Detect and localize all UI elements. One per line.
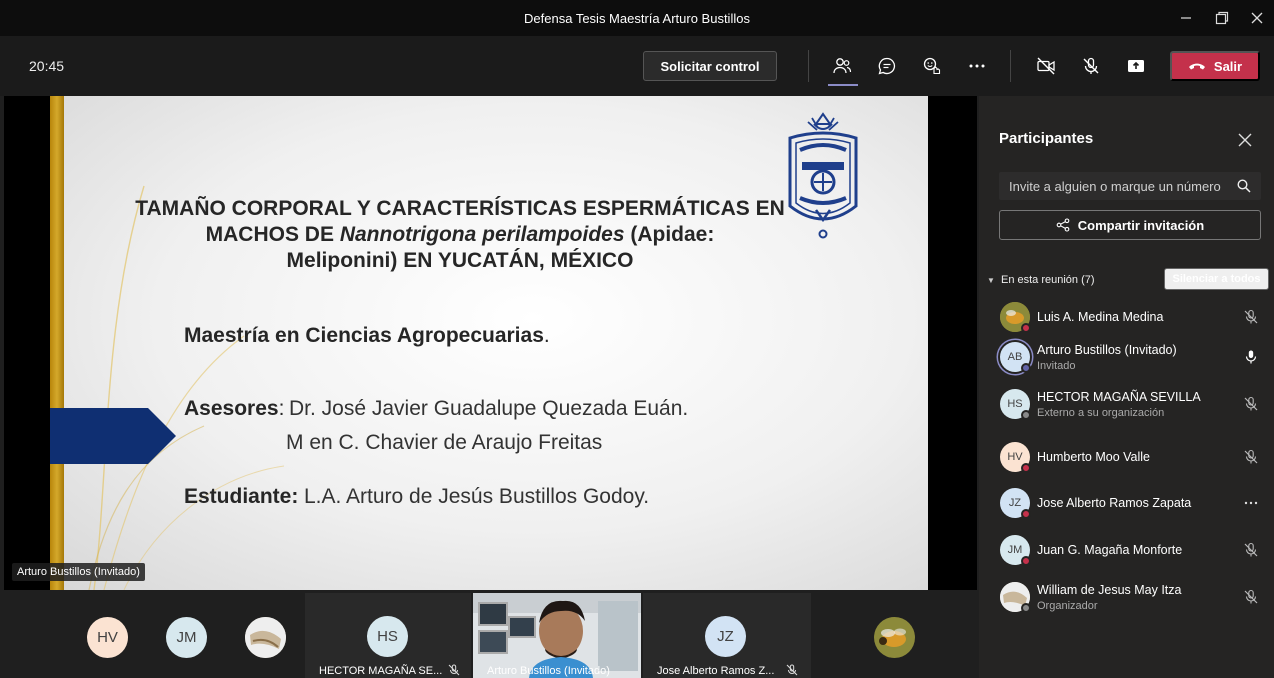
chat-icon[interactable]: [875, 54, 899, 78]
search-icon[interactable]: [1237, 179, 1251, 193]
participant-row[interactable]: Luis A. Medina Medina: [979, 296, 1274, 340]
mic-icon[interactable]: [1243, 349, 1259, 365]
mic-off-icon[interactable]: [1079, 54, 1103, 78]
presence-status-icon: [1021, 509, 1031, 519]
mic-off-icon[interactable]: [1243, 589, 1259, 605]
share-invite-button[interactable]: Compartir invitación: [999, 210, 1261, 240]
slide-title: TAMAÑO CORPORAL Y CARACTERÍSTICAS ESPERM…: [135, 197, 785, 272]
presence-status-icon: [1021, 603, 1031, 613]
mute-all-button[interactable]: Silenciar a todos: [1164, 268, 1269, 290]
participant-row[interactable]: HS HECTOR MAGAÑA SEVILLA Externo a su orga…: [979, 383, 1274, 427]
tile-avatar: JZ: [705, 616, 746, 657]
window-title: Defensa Tesis Maestría Arturo Bustillos: [524, 11, 750, 26]
participant-row[interactable]: AB Arturo Bustillos (Invitado) Invitado: [979, 336, 1274, 380]
presence-status-icon: [1021, 410, 1031, 420]
slide-student-label: Estudiante:: [184, 485, 299, 508]
in-meeting-section[interactable]: ▼ En esta reunión (7): [987, 274, 1095, 286]
participant-row[interactable]: JM Juan G. Magaña Monforte: [979, 529, 1274, 573]
in-meeting-label: En esta reunión (7): [1000, 274, 1095, 286]
participants-panel: Participantes Compartir invitación ▼ En …: [979, 96, 1274, 678]
share-tray-icon[interactable]: [1124, 54, 1148, 78]
profile-photo-icon: [245, 617, 286, 658]
participant-tile[interactable]: JZ Jose Alberto Ramos Z...: [643, 593, 811, 678]
participant-role: Invitado: [1037, 360, 1076, 372]
mic-off-icon[interactable]: [1243, 396, 1259, 412]
participant-video-tile[interactable]: Arturo Bustillos (Invitado): [473, 593, 641, 678]
slide-advisor-1: Dr. José Javier Guadalupe Quezada Euán.: [289, 397, 689, 420]
participant-name: Luis A. Medina Medina: [1037, 310, 1164, 324]
leave-button[interactable]: Salir: [1170, 51, 1260, 81]
participant-name: HECTOR MAGAÑA SEVILLA: [1037, 390, 1201, 404]
participant-name: Humberto Moo Valle: [1037, 450, 1151, 464]
people-active-indicator: [828, 84, 858, 86]
camera-off-icon[interactable]: [1034, 54, 1058, 78]
participant-name: Arturo Bustillos (Invitado): [1037, 343, 1177, 357]
strip-avatar[interactable]: JM: [166, 617, 207, 658]
close-window-icon[interactable]: [1245, 6, 1269, 30]
participant-name: William de Jesus May Itza: [1037, 583, 1182, 597]
mic-off-icon[interactable]: [1243, 542, 1259, 558]
slide-program: Maestría en Ciencias Agropecuarias.: [184, 324, 550, 347]
mic-off-icon[interactable]: [1243, 449, 1259, 465]
chevron-down-icon: ▼: [987, 276, 995, 285]
presenter-name-tag: Arturo Bustillos (Invitado): [12, 563, 145, 581]
participant-role: Externo a su organización: [1037, 407, 1165, 419]
presentation-slide: TAMAÑO CORPORAL Y CARACTERÍSTICAS ESPERM…: [50, 96, 928, 590]
tile-name: Arturo Bustillos (Invitado): [487, 665, 610, 677]
phone-icon: [1188, 63, 1205, 70]
mic-off-icon[interactable]: [1243, 309, 1259, 325]
share-icon: [1056, 218, 1070, 232]
reactions-icon[interactable]: [920, 54, 944, 78]
slide-student: L.A. Arturo de Jesús Bustillos Godoy.: [304, 485, 650, 508]
strip-avatar[interactable]: HV: [87, 617, 128, 658]
university-seal-icon: [788, 112, 858, 239]
more-icon[interactable]: [965, 54, 989, 78]
maximize-icon[interactable]: [1210, 6, 1234, 30]
participant-name: Jose Alberto Ramos Zapata: [1037, 496, 1192, 510]
strip-avatar-photo[interactable]: [245, 617, 286, 658]
slide-gold-bar: [50, 96, 64, 590]
title-bar: Defensa Tesis Maestría Arturo Bustillos: [0, 0, 1274, 36]
request-control-button[interactable]: Solicitar control: [643, 51, 777, 81]
slide-advisor-2: M en C. Chavier de Araujo Freitas: [286, 431, 603, 454]
participant-row[interactable]: HV Humberto Moo Valle: [979, 436, 1274, 480]
invite-field-wrapper: [999, 172, 1261, 200]
more-icon[interactable]: [1243, 495, 1259, 511]
tile-name: HECTOR MAGAÑA SE...: [319, 665, 443, 677]
meeting-toolbar: 20:45 Solicitar control Salir: [0, 36, 1274, 96]
participant-name: Juan G. Magaña Monforte: [1037, 543, 1183, 557]
people-icon[interactable]: [830, 54, 854, 78]
mic-off-icon: [786, 664, 798, 676]
presence-status-icon: [1021, 556, 1031, 566]
presence-status-icon: [1021, 323, 1031, 333]
slide-advisors-label: Asesores:: [184, 397, 285, 420]
bee-photo-icon: [874, 617, 915, 658]
minimize-icon[interactable]: [1174, 6, 1198, 30]
participant-role: Organizador: [1037, 600, 1098, 612]
tile-avatar: HS: [367, 616, 408, 657]
toolbar-divider: [1010, 50, 1011, 82]
mic-off-icon: [448, 664, 460, 676]
leave-label: Salir: [1213, 58, 1243, 74]
slide-arrow-shape: [50, 408, 176, 464]
participant-tile[interactable]: HS HECTOR MAGAÑA SE...: [305, 593, 471, 678]
participant-row[interactable]: JZ Jose Alberto Ramos Zapata: [979, 482, 1274, 526]
panel-title: Participantes: [999, 130, 1094, 147]
close-panel-icon[interactable]: [1237, 132, 1253, 148]
meeting-timer: 20:45: [29, 58, 65, 74]
share-invite-label: Compartir invitación: [1077, 217, 1205, 233]
presence-status-icon: [1021, 463, 1031, 473]
presence-status-icon: [1021, 363, 1031, 373]
participant-row[interactable]: William de Jesus May Itza Organizador: [979, 576, 1274, 620]
invite-input[interactable]: [999, 172, 1234, 200]
strip-avatar-photo[interactable]: [874, 617, 915, 658]
toolbar-divider: [808, 50, 809, 82]
tile-name: Jose Alberto Ramos Z...: [657, 665, 775, 677]
